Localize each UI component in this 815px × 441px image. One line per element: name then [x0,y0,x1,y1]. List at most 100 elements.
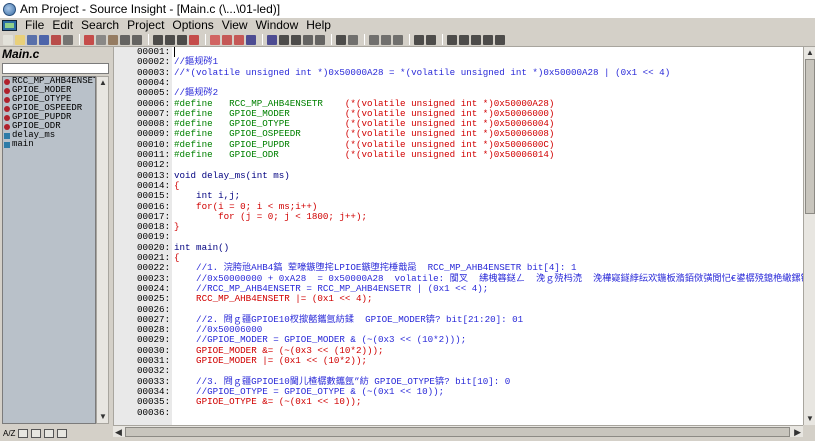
code-text: GPIOE_OTYPE &= (~(0x1 << 10)); [174,397,361,407]
line-number: 00036: [137,406,171,418]
layout3-icon[interactable] [381,34,391,45]
toolbar-separator [148,34,149,45]
code-token: void delay_ms(int ms) [174,169,290,181]
layout1-icon[interactable] [348,34,358,45]
editor-horizontal-scrollbar[interactable]: ◀ ▶ [113,425,803,437]
relation-icon[interactable] [336,34,346,45]
macro-icon [4,114,10,121]
code-line[interactable]: 00011: #define GPIOE_ODR (*(volatile unsi… [114,150,803,160]
category-view-icon[interactable] [31,428,42,438]
sort-mode-label[interactable]: A/Z [3,429,15,438]
code-text: GPIOE_MODER |= (0x1 << (10*2)); [174,356,367,366]
menu-help[interactable]: Help [302,18,335,33]
help-icon[interactable] [426,34,436,45]
function-icon [4,141,10,148]
menu-edit[interactable]: Edit [48,18,77,33]
menu-project[interactable]: Project [123,18,168,33]
scroll-right-icon[interactable]: ▶ [794,427,801,437]
print-icon[interactable] [63,34,73,45]
macro-icon [4,78,10,85]
code-token: GPIOE_MODER |= (0x1 << (10*2)); [174,355,367,366]
document-menu-icon[interactable] [2,20,17,31]
code-line[interactable]: 00020: int main() [114,242,803,253]
code-text: RCC_MP_AHB4ENSETR |= (0x1 << 4); [174,294,372,304]
toggle-browse-icon[interactable] [447,34,457,45]
code-line[interactable]: 00036: [114,406,803,418]
bookmark-toggle-icon[interactable] [234,34,244,45]
nav-forward-icon[interactable] [267,34,277,45]
line-number: 00029: [137,334,171,346]
toggle-relation-icon[interactable] [471,34,481,45]
code-token: RCC_MP_AHB4ENSETR |= (0x1 << 4); [174,293,373,305]
code-token: } [174,221,180,233]
menu-file[interactable]: File [21,18,48,33]
code-editor[interactable]: 00001: 00002://鏂规硶1 00003://*(volatile uns… [113,47,803,425]
bookmark-icon[interactable] [222,34,232,45]
menu-view[interactable]: View [218,18,252,33]
code-line[interactable]: 00025: RCC_MP_AHB4ENSETR |= (0x1 << 4); [114,294,803,304]
editor-vertical-scrollbar[interactable]: ▲ ▼ [803,47,815,425]
go-to-symbol-icon[interactable] [291,34,301,45]
code-line[interactable]: 00003://*(volatile unsigned int *)0x5000… [114,67,803,78]
scroll-up-icon[interactable]: ▲ [99,79,107,87]
copy-icon[interactable] [96,34,106,45]
toolbar-separator [442,34,443,45]
toolbar-separator [331,34,332,45]
symbol-list-scrollbar[interactable]: ▲ ▼ [96,76,109,424]
lookup-icon[interactable] [177,34,187,45]
toggle-symbols-icon[interactable] [459,34,469,45]
open-file-icon[interactable] [15,34,25,45]
code-text: void delay_ms(int ms) [174,169,290,181]
context-window-icon[interactable] [315,34,325,45]
toolbar-separator [364,34,365,45]
toggle-context-icon[interactable] [483,34,493,45]
title-bar: Am Project - Source Insight - [Main.c (\… [0,0,815,18]
search-project-icon[interactable] [165,34,175,45]
search-icon[interactable] [153,34,163,45]
scroll-down-icon[interactable]: ▼ [806,415,814,423]
project-window-icon[interactable] [495,34,505,45]
menu-search[interactable]: Search [77,18,123,33]
cut-icon[interactable] [84,34,94,45]
paste-icon[interactable] [108,34,118,45]
nav-back-icon[interactable] [246,34,256,45]
menu-options[interactable]: Options [168,18,217,33]
sync-icon[interactable] [414,34,424,45]
line-number: 00035: [137,396,171,408]
jump-icon[interactable] [189,34,199,45]
symbol-list-item[interactable]: main [3,140,95,149]
new-file-icon[interactable] [3,34,13,45]
code-text: int main() [174,242,229,253]
line-number: 00015: [137,190,171,202]
line-number: 00032: [137,365,171,377]
browse-icon[interactable] [44,428,55,438]
symbol-filter-input[interactable] [2,63,109,74]
list-view-icon[interactable] [18,428,29,438]
save-all-icon[interactable] [39,34,49,45]
scroll-up-icon[interactable]: ▲ [806,49,814,57]
code-line[interactable]: 00017: for (j = 0; j < 1800; j++); [114,211,803,222]
menu-window[interactable]: Window [252,18,303,33]
back-icon[interactable] [210,34,220,45]
code-line[interactable]: 00031: GPIOE_MODER |= (0x1 << (10*2)); [114,356,803,366]
layout4-icon[interactable] [393,34,403,45]
symbol-list: RCC_MP_AHB4ENSETR GPIOE_MODER GPIOE_OTYPE G… [2,76,96,424]
save-icon[interactable] [27,34,37,45]
line-number: 00012: [137,159,171,171]
close-icon[interactable] [51,34,61,45]
scroll-left-icon[interactable]: ◀ [115,427,122,437]
toolbar-separator [79,34,80,45]
code-line[interactable]: 00013: void delay_ms(int ms) [114,169,803,181]
undo-icon[interactable] [120,34,130,45]
scroll-thumb[interactable] [125,427,790,437]
layout2-icon[interactable] [369,34,379,45]
scroll-thumb[interactable] [805,59,815,214]
settings-icon[interactable] [57,428,68,438]
code-line[interactable]: 00035: GPIOE_OTYPE &= (~(0x1 << 10)); [114,397,803,407]
go-to-line-icon[interactable] [279,34,289,45]
app-icon [3,2,16,16]
scroll-down-icon[interactable]: ▼ [99,413,107,421]
symbol-window-icon[interactable] [303,34,313,45]
redo-icon[interactable] [132,34,142,45]
code-line[interactable]: 00018:} [114,222,803,232]
